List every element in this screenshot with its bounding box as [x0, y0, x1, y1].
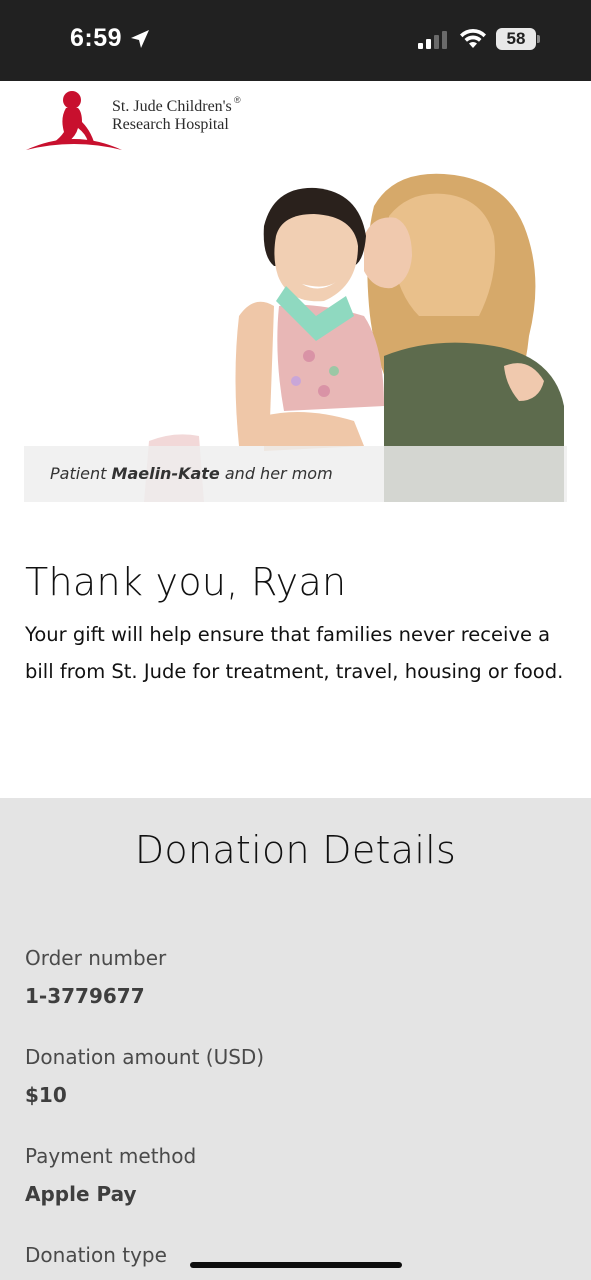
- caption-prefix: Patient: [50, 464, 112, 483]
- donation-amount-value: $10: [25, 1083, 67, 1107]
- cellular-signal-icon: [418, 31, 447, 49]
- donation-amount-label: Donation amount (USD): [25, 1045, 265, 1069]
- status-time: 6:59: [70, 24, 123, 52]
- home-indicator[interactable]: [190, 1262, 402, 1268]
- location-arrow-icon: [131, 30, 149, 48]
- registered-mark: ®: [234, 95, 241, 105]
- donation-details-heading: Donation Details: [134, 828, 457, 872]
- caption-name: Maelin-Kate: [111, 464, 220, 483]
- st-jude-child-logo-icon: [26, 91, 122, 150]
- order-number-label: Order number: [25, 946, 167, 970]
- logo-wordmark: St. Jude Children's Research Hospital: [112, 98, 232, 134]
- thank-you-heading: Thank you, Ryan: [25, 560, 347, 604]
- logo-line-2: Research Hospital: [112, 116, 229, 133]
- st-jude-logo[interactable]: St. Jude Children's Research Hospital ®: [24, 88, 264, 154]
- battery-level: 58: [506, 29, 526, 48]
- payment-method-label: Payment method: [25, 1144, 197, 1168]
- order-number-value: 1-3779677: [25, 984, 145, 1008]
- donation-type-label: Donation type: [25, 1243, 167, 1267]
- photo-caption: Patient Maelin-Kate and her mom: [50, 464, 333, 483]
- caption-suffix: and her mom: [219, 464, 333, 483]
- status-bar: 6:59 58: [0, 0, 591, 81]
- hero-image: Patient Maelin-Kate and her mom: [24, 166, 567, 502]
- wifi-icon: [460, 28, 486, 48]
- logo-line-1: St. Jude Children's: [112, 98, 232, 115]
- payment-method-value: Apple Pay: [25, 1182, 137, 1206]
- donation-details-section: Donation Details Order number 1-3779677 …: [0, 798, 591, 1280]
- battery-icon: 58: [496, 28, 540, 50]
- thank-you-message: Your gift will help ensure that families…: [25, 623, 564, 683]
